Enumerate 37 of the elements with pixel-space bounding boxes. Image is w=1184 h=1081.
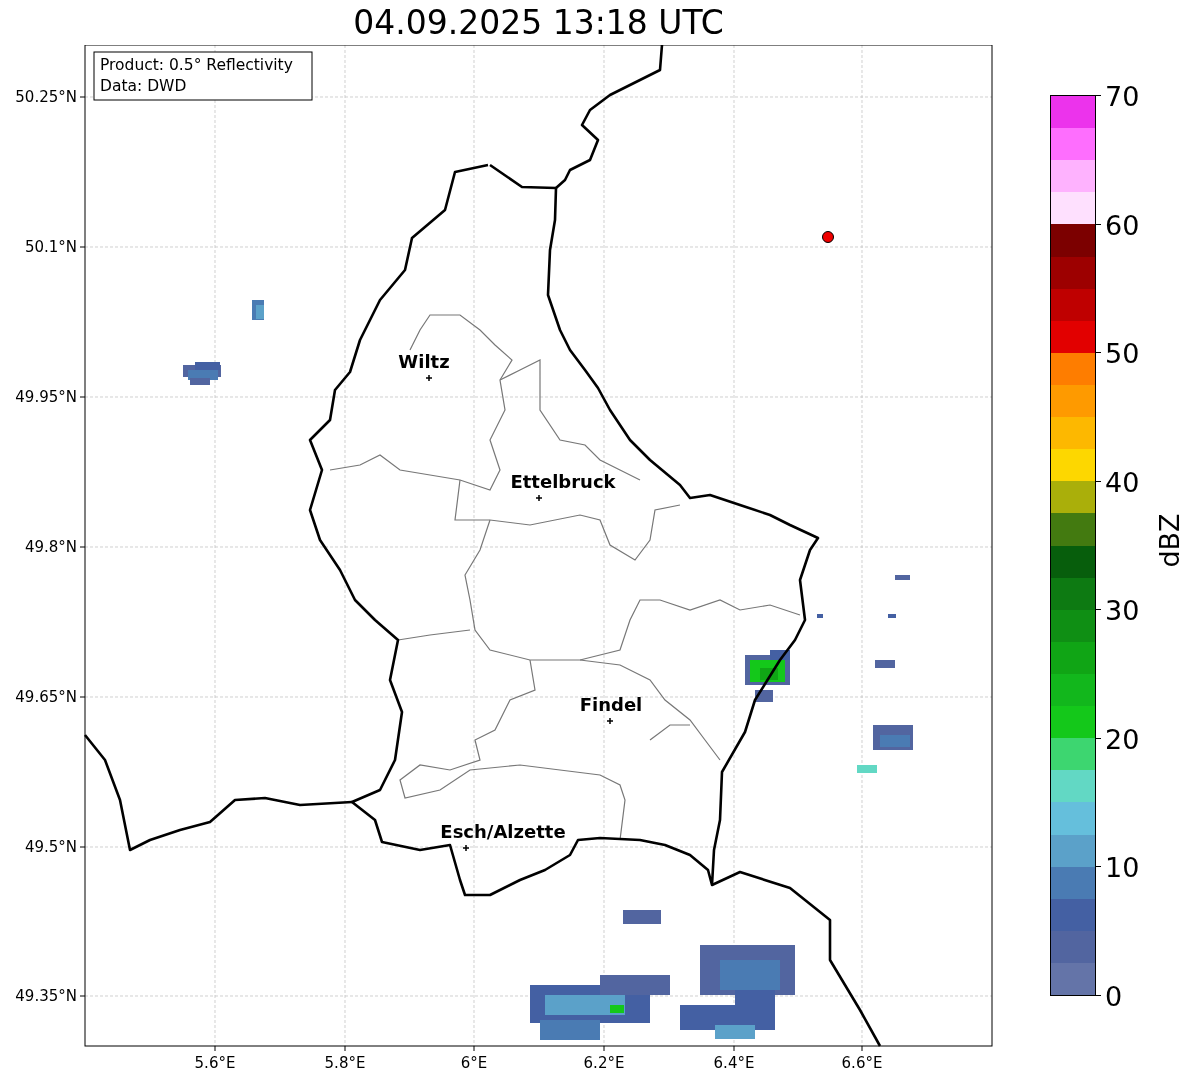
radar-echo [745, 650, 790, 702]
colorbar-tick-label: 0 [1105, 982, 1123, 1010]
axis-tick-label: 6.4°E [713, 1054, 755, 1072]
colorbar-tick-label: 20 [1105, 725, 1140, 753]
colorbar-tick-label: 60 [1105, 211, 1140, 239]
colorbar-tick-label: 50 [1105, 339, 1140, 367]
axis-tick-label: 6.2°E [583, 1054, 625, 1072]
city-label: Ettelbruck [510, 471, 616, 492]
axis-tick-label: 5.6°E [194, 1054, 236, 1072]
axis-tick-label: 49.95°N [15, 388, 77, 406]
city-marker-icon [425, 374, 433, 382]
axis-tick-label: 49.65°N [15, 688, 77, 706]
city-label: Wiltz [398, 351, 450, 372]
axis-tick-label: 6.6°E [841, 1054, 883, 1072]
colorbar-label: dBZ [1153, 513, 1184, 568]
axis-tick-label: 6°E [460, 1054, 488, 1072]
city-marker-icon [535, 494, 543, 502]
location-dot [822, 231, 834, 243]
axis-tick-label: 50.25°N [15, 88, 77, 106]
colorbar-tick-label: 10 [1105, 853, 1140, 881]
axis-tick-label: 49.35°N [15, 987, 77, 1005]
axis-tick-label: 49.5°N [24, 838, 77, 856]
colorbar-tick-label: 40 [1105, 468, 1140, 496]
city-label: Esch/Alzette [440, 821, 566, 842]
city-label: Findel [579, 694, 643, 715]
city-marker-icon [462, 844, 470, 852]
colorbar-tick-label: 30 [1105, 596, 1140, 624]
info-text: Product: 0.5° Reflectivity [100, 56, 293, 74]
axis-tick-label: 5.8°E [324, 1054, 366, 1072]
colorbar-tick-label: 70 [1105, 82, 1140, 110]
axis-tick-label: 50.1°N [24, 238, 77, 256]
city-marker-icon [606, 717, 614, 725]
radar-echo [252, 300, 264, 320]
plot-title: 04.09.2025 13:18 UTC [353, 3, 724, 42]
radar-echo [183, 362, 221, 385]
info-text: Data: DWD [100, 77, 187, 95]
axis-tick-label: 49.8°N [24, 538, 77, 556]
